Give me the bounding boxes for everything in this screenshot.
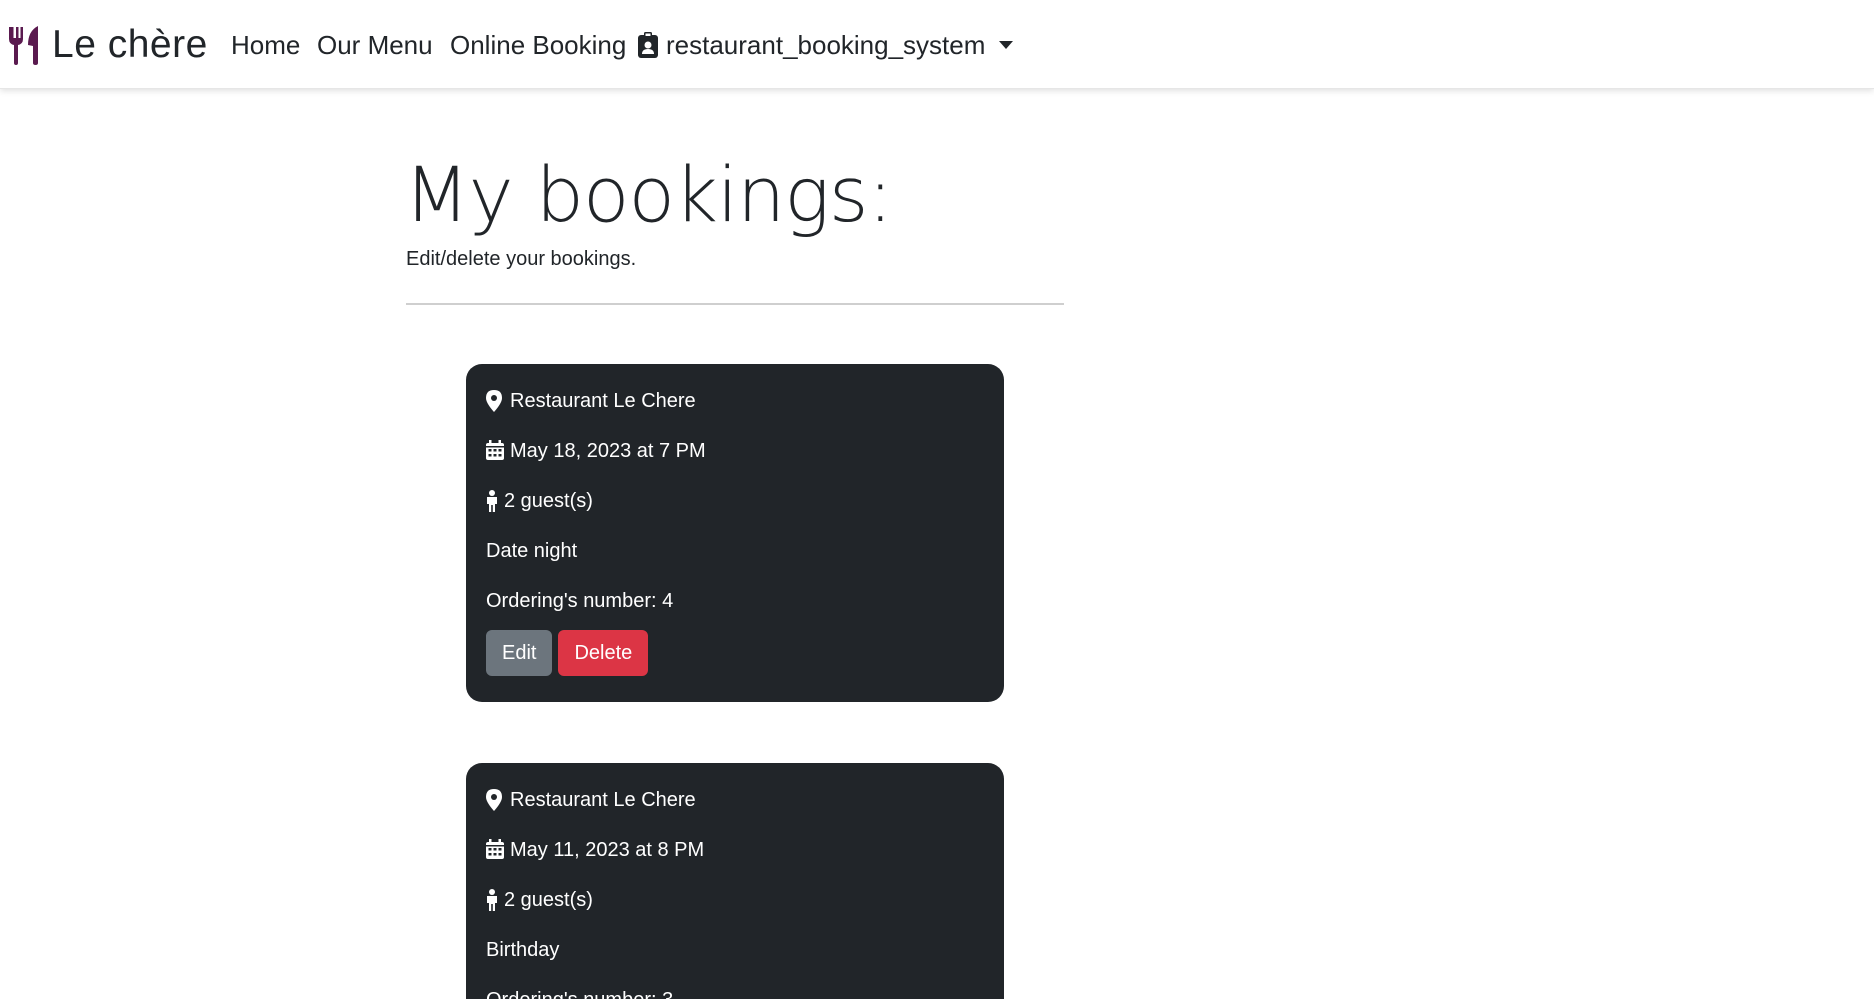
brand-link[interactable]: Le chère — [6, 22, 208, 68]
booking-location: Restaurant Le Chere — [486, 775, 984, 825]
booking-guests: 2 guest(s) — [486, 476, 984, 526]
user-menu-dropdown[interactable]: restaurant_booking_system — [638, 26, 1014, 64]
nav-online-booking[interactable]: Online Booking — [450, 26, 626, 64]
divider — [406, 303, 1064, 305]
person-icon — [486, 490, 498, 512]
nav-our-menu[interactable]: Our Menu — [317, 26, 433, 64]
calendar-icon — [486, 440, 504, 462]
booking-location: Restaurant Le Chere — [486, 376, 984, 426]
map-pin-icon — [486, 789, 504, 811]
edit-button[interactable]: Edit — [486, 630, 553, 676]
user-menu-label: restaurant_booking_system — [666, 30, 986, 60]
delete-button[interactable]: Delete — [558, 630, 649, 676]
booking-occasion: Date night — [486, 539, 578, 562]
page-subtitle: Edit/delete your bookings. — [406, 248, 637, 270]
booking-order-number: Ordering's number: 3 — [486, 975, 984, 999]
page-title: My bookings: — [404, 150, 893, 239]
utensils-icon — [6, 25, 44, 65]
calendar-icon — [486, 839, 504, 861]
booking-guests: 2 guest(s) — [486, 875, 984, 925]
navbar: Le chère Home Our Menu Online Booking re… — [0, 0, 1874, 89]
booking-occasion: Birthday — [486, 938, 560, 961]
booking-datetime: May 18, 2023 at 7 PM — [486, 426, 984, 476]
caret-down-icon — [999, 41, 1014, 49]
booking-order-number: Ordering's number: 4 — [486, 589, 674, 612]
map-pin-icon — [486, 390, 504, 412]
booking-card: Restaurant Le Chere May 11, 2023 at 8 PM… — [466, 763, 1004, 999]
id-badge-icon — [638, 32, 658, 58]
nav-home[interactable]: Home — [231, 26, 300, 64]
booking-datetime: May 11, 2023 at 8 PM — [486, 825, 984, 875]
brand-name: Le chère — [52, 23, 208, 66]
booking-card: Restaurant Le Chere May 18, 2023 at 7 PM… — [466, 364, 1004, 702]
booking-actions: Edit Delete — [486, 626, 984, 684]
person-icon — [486, 889, 498, 911]
